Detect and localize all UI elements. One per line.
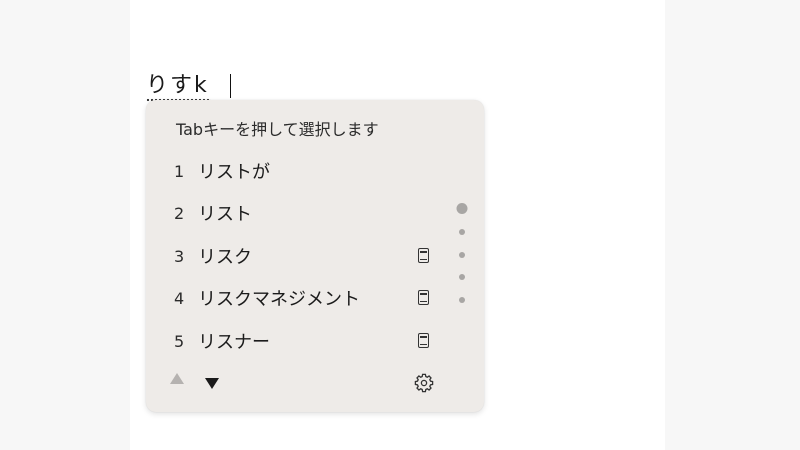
ime-composition-string[interactable]: りすk xyxy=(146,70,211,102)
composition-text: りすk xyxy=(146,70,211,102)
candidate-word: リスク xyxy=(198,247,252,268)
dictionary-icon[interactable] xyxy=(418,333,429,348)
left-margin-background xyxy=(0,0,130,450)
candidate-word: リスナー xyxy=(198,332,270,353)
text-caret xyxy=(230,74,231,98)
candidate-item-4[interactable]: 4 リスクマネジメント xyxy=(146,278,446,318)
page-dot-active xyxy=(456,203,468,214)
candidate-item-2[interactable]: 2 リスト xyxy=(146,193,446,233)
dictionary-icon[interactable] xyxy=(418,290,429,305)
candidate-number: 2 xyxy=(174,203,185,223)
candidate-word: リスト xyxy=(198,204,252,225)
candidate-page-indicator[interactable] xyxy=(456,203,468,303)
triangle-up-icon[interactable] xyxy=(170,373,184,384)
dictionary-icon[interactable] xyxy=(418,248,429,263)
candidate-number: 1 xyxy=(174,161,185,181)
page-dot xyxy=(459,229,465,235)
triangle-down-icon[interactable] xyxy=(205,378,219,389)
ime-candidate-window: Tabキーを押して選択します 1 リストが 2 リスト 3 リスク 4 リスクマ… xyxy=(146,100,484,412)
gear-icon[interactable] xyxy=(414,373,434,393)
candidate-item-5[interactable]: 5 リスナー xyxy=(146,321,446,361)
candidate-number: 5 xyxy=(174,331,185,351)
page-dot xyxy=(459,252,465,258)
candidate-word: リスクマネジメント xyxy=(198,289,360,310)
candidate-word: リストが xyxy=(198,162,270,183)
right-margin-background xyxy=(665,0,800,450)
candidate-number: 3 xyxy=(174,246,185,266)
page-dot xyxy=(459,297,465,303)
candidate-number: 4 xyxy=(174,288,185,308)
candidate-item-1[interactable]: 1 リストが xyxy=(146,151,446,191)
tab-hint-label: Tabキーを押して選択します xyxy=(176,120,379,139)
candidate-item-3[interactable]: 3 リスク xyxy=(146,236,446,276)
page-dot xyxy=(459,274,465,280)
